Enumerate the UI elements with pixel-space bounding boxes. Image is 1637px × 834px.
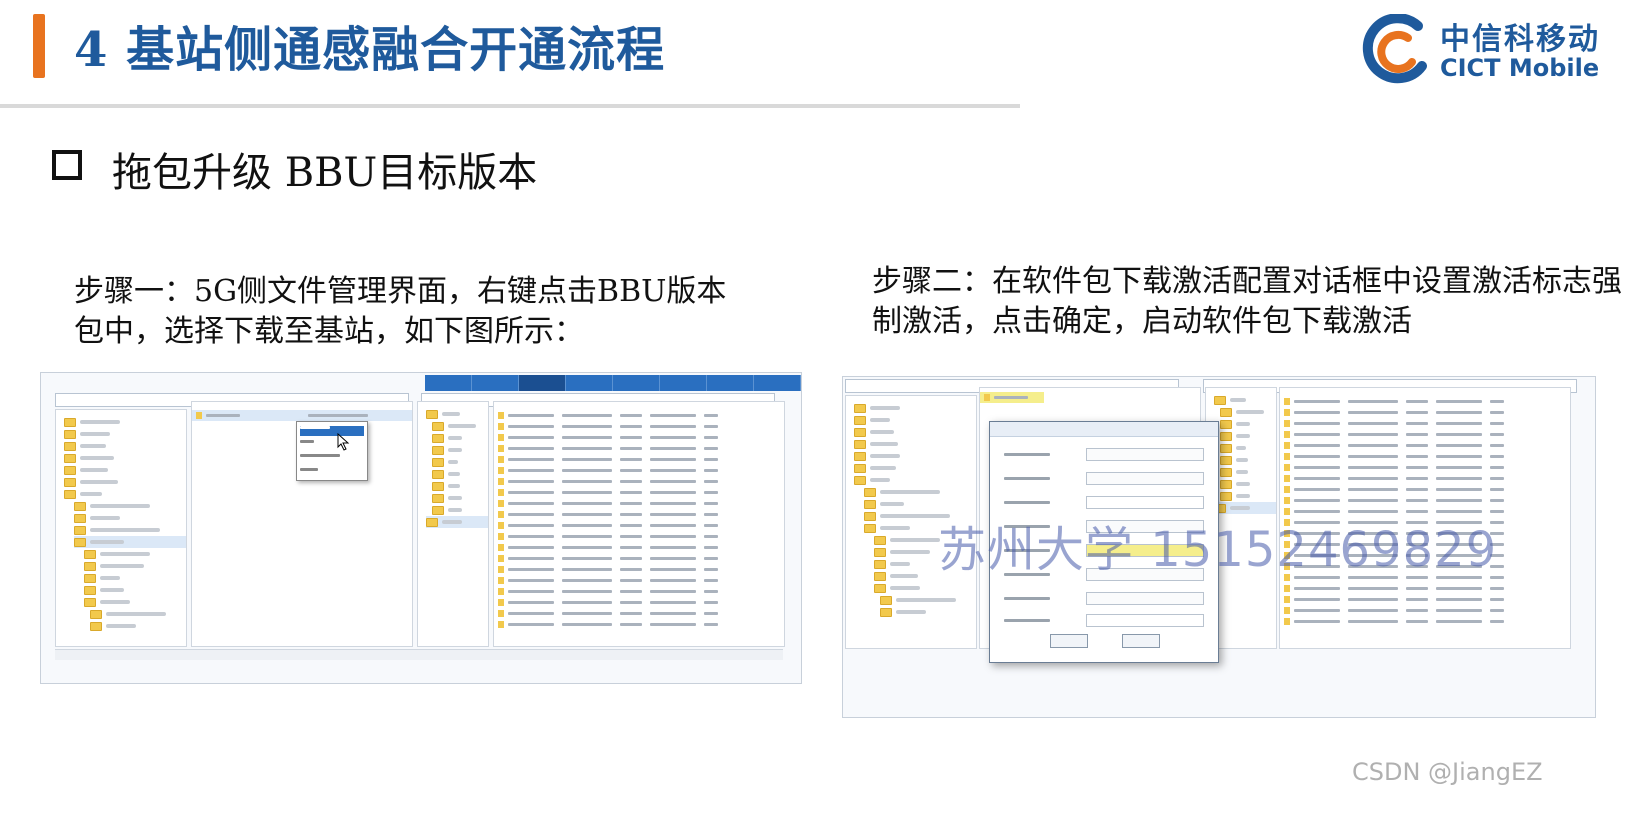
logo-text-cn: 中信科移动 <box>1440 22 1600 57</box>
step-one-text: 步骤一：5G侧文件管理界面，右键点击BBU版本包中，选择下载至基站，如下图所示： <box>74 274 727 349</box>
dialog-field-row <box>1004 471 1204 485</box>
step-two-text: 步骤二：在软件包下载激活配置对话框中设置激活标志强制激活，点击确定，启动软件包下… <box>872 264 1622 339</box>
menu-item[interactable] <box>300 454 364 464</box>
page-title: 4 基站侧通感融合开通流程 <box>74 22 666 78</box>
watermark-text: 苏州大学 15152469829 <box>938 522 1498 578</box>
dialog-titlebar <box>990 422 1218 437</box>
bullet-square-icon <box>52 150 82 180</box>
context-menu[interactable] <box>296 421 368 481</box>
menu-item[interactable] <box>300 440 364 450</box>
title-divider <box>0 104 1020 108</box>
company-logo: 中信科移动 CICT Mobile <box>1360 10 1620 90</box>
screenshot-tabbar <box>425 375 801 391</box>
mouse-cursor-icon <box>337 433 350 451</box>
dialog-field-row <box>1004 447 1204 461</box>
dialog-field-row <box>1004 495 1204 509</box>
local-tree-pane <box>55 409 187 647</box>
cancel-button[interactable] <box>1122 634 1160 648</box>
cict-logo-icon <box>1362 14 1427 84</box>
dialog-select-row[interactable] <box>1004 613 1204 627</box>
menu-item[interactable] <box>300 468 364 478</box>
menu-item-download-to-station[interactable] <box>300 426 364 436</box>
status-bar <box>55 649 783 660</box>
ok-button[interactable] <box>1050 634 1088 648</box>
dialog-field-row <box>1004 591 1204 605</box>
source-watermark: CSDN @JiangEZ <box>1352 758 1543 786</box>
title-accent-bar <box>33 14 45 78</box>
section-subtitle: 拖包升级 BBU目标版本 <box>112 150 538 196</box>
remote-file-pane <box>493 401 785 647</box>
file-manager-screenshot <box>40 372 802 684</box>
logo-text-en: CICT Mobile <box>1440 54 1600 82</box>
remote-tree-pane <box>417 401 489 647</box>
